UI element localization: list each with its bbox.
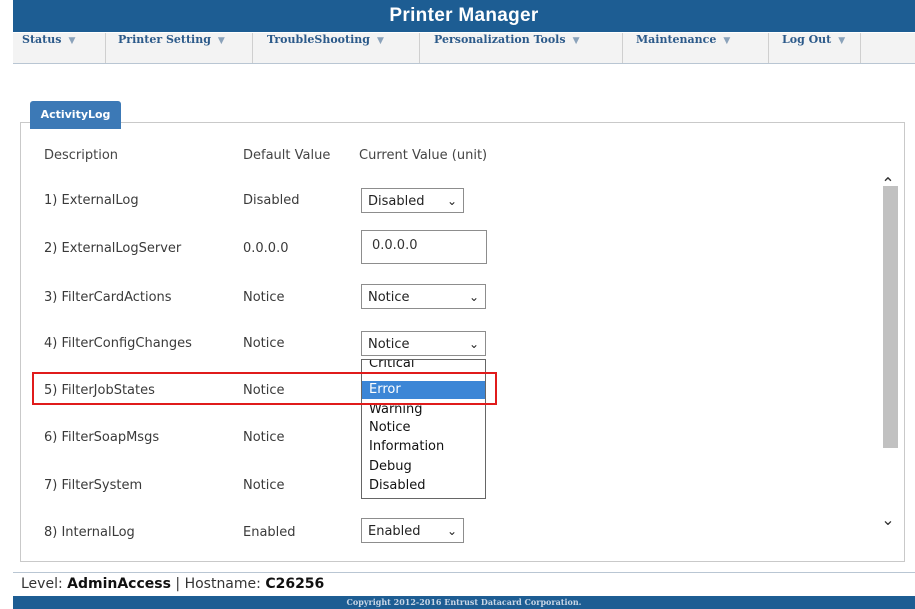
chevron-down-icon: ▼ bbox=[217, 36, 225, 46]
copyright-footer: Copyright 2012-2016 Entrust Datacard Cor… bbox=[13, 596, 915, 609]
internallog-select-value: Enabled bbox=[368, 524, 421, 539]
row-2-description: 2) ExternalLogServer bbox=[44, 241, 182, 256]
dropdown-option-information[interactable]: Information bbox=[362, 438, 485, 456]
nav-personalization-tools[interactable]: Personalization Tools ▼ bbox=[420, 33, 623, 63]
chevron-down-icon: ▼ bbox=[572, 36, 580, 46]
filterconfigchanges-select-value: Notice bbox=[368, 337, 410, 352]
row-6-description: 6) FilterSoapMsgs bbox=[44, 430, 160, 445]
externallogserver-input[interactable]: 0.0.0.0 bbox=[361, 230, 487, 264]
scrollbar-thumb[interactable] bbox=[883, 186, 898, 448]
externallog-select-value: Disabled bbox=[368, 194, 425, 209]
nav-status[interactable]: Status ▼ bbox=[13, 33, 106, 63]
highlight-box bbox=[32, 372, 497, 405]
chevron-down-icon: ▼ bbox=[838, 36, 846, 46]
scrollbar[interactable]: ⌃ ⌄ bbox=[878, 168, 898, 550]
row-4-description: 4) FilterConfigChanges bbox=[44, 336, 192, 351]
dropdown-option-critical[interactable]: Critical bbox=[362, 360, 485, 373]
row-3-description: 3) FilterCardActions bbox=[44, 290, 172, 305]
nav-log-out[interactable]: Log Out ▼ bbox=[769, 33, 861, 63]
nav-maintenance[interactable]: Maintenance ▼ bbox=[623, 33, 769, 63]
chevron-down-icon: ⌄ bbox=[468, 290, 479, 304]
row-7-default: Notice bbox=[243, 478, 285, 493]
level-label: Level: bbox=[21, 576, 63, 592]
row-3-default: Notice bbox=[243, 290, 285, 305]
externallog-select[interactable]: Disabled ⌄ bbox=[361, 188, 464, 213]
nav-troubleshooting-label: TroubleShooting bbox=[267, 33, 370, 46]
nav-troubleshooting[interactable]: TroubleShooting ▼ bbox=[253, 33, 420, 63]
chevron-down-icon: ▼ bbox=[68, 36, 76, 46]
nav-printer-setting[interactable]: Printer Setting ▼ bbox=[106, 33, 253, 63]
header-description: Description bbox=[44, 148, 119, 163]
chevron-down-icon: ⌄ bbox=[446, 194, 457, 208]
header-default-value: Default Value bbox=[243, 148, 331, 163]
hostname-label: Hostname: bbox=[184, 576, 261, 592]
level-value: AdminAccess bbox=[67, 576, 171, 592]
row-2-default: 0.0.0.0 bbox=[243, 241, 289, 256]
row-6-default: Notice bbox=[243, 430, 285, 445]
chevron-down-icon: ▼ bbox=[376, 36, 384, 46]
tab-activitylog[interactable]: ActivityLog bbox=[30, 101, 121, 129]
filtercardactions-select-value: Notice bbox=[368, 290, 410, 305]
row-1-description: 1) ExternalLog bbox=[44, 193, 139, 208]
row-8-description: 8) InternalLog bbox=[44, 525, 135, 540]
dropdown-option-debug[interactable]: Debug bbox=[362, 458, 485, 476]
nav-log-out-label: Log Out bbox=[782, 33, 832, 46]
header-current-value: Current Value (unit) bbox=[359, 148, 488, 163]
chevron-down-icon[interactable]: ⌄ bbox=[878, 510, 898, 530]
chevron-down-icon: ⌄ bbox=[446, 524, 457, 538]
chevron-down-icon: ▼ bbox=[723, 36, 731, 46]
row-1-default: Disabled bbox=[243, 193, 300, 208]
chevron-down-icon: ⌄ bbox=[468, 337, 479, 351]
nav-printer-setting-label: Printer Setting bbox=[118, 33, 211, 46]
internallog-select[interactable]: Enabled ⌄ bbox=[361, 518, 464, 543]
status-bar: Level: AdminAccess | Hostname: C26256 bbox=[13, 572, 915, 595]
main-nav: Status ▼ Printer Setting ▼ TroubleShooting… bbox=[13, 33, 915, 64]
status-separator: | bbox=[175, 576, 181, 592]
hostname-value: C26256 bbox=[265, 576, 325, 592]
row-8-default: Enabled bbox=[243, 525, 296, 540]
filterconfigchanges-select[interactable]: Notice ⌄ bbox=[361, 331, 486, 356]
row-4-default: Notice bbox=[243, 336, 285, 351]
dropdown-option-notice[interactable]: Notice bbox=[362, 419, 485, 437]
nav-maintenance-label: Maintenance bbox=[636, 33, 717, 46]
nav-personalization-tools-label: Personalization Tools bbox=[434, 33, 566, 46]
row-7-description: 7) FilterSystem bbox=[44, 478, 143, 493]
app-title: Printer Manager bbox=[13, 0, 915, 32]
nav-status-label: Status bbox=[22, 33, 62, 46]
filtercardactions-select[interactable]: Notice ⌄ bbox=[361, 284, 486, 309]
dropdown-option-disabled[interactable]: Disabled bbox=[362, 477, 485, 495]
